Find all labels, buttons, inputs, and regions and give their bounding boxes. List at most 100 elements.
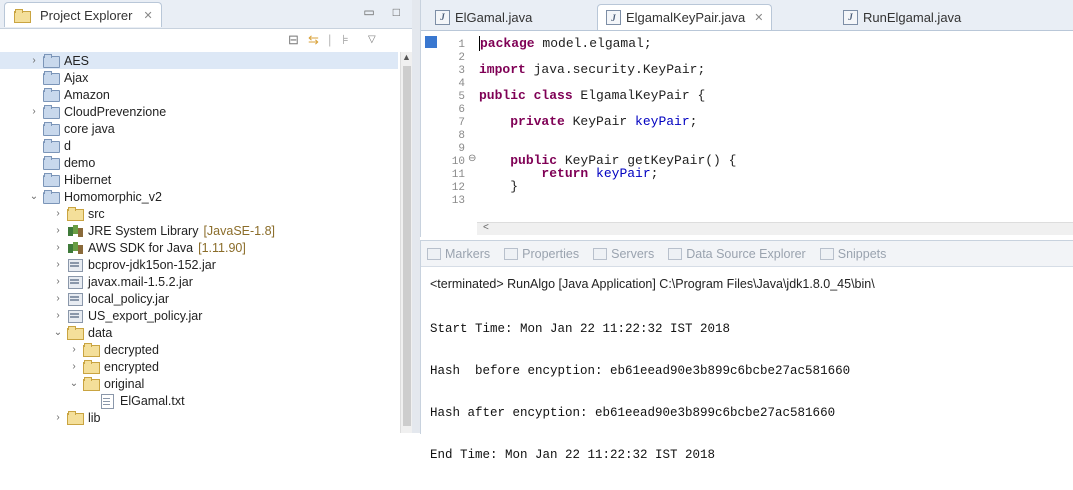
tab-label: Servers bbox=[611, 246, 655, 261]
tree-item-aws-sdk[interactable]: › AWS SDK for Java [1.11.90] bbox=[52, 239, 246, 256]
fold-icon[interactable]: ⊖ bbox=[468, 153, 476, 165]
tree-item-core-java[interactable]: core java bbox=[40, 120, 115, 137]
console-output[interactable]: Start Time: Mon Jan 22 11:22:32 IST 2018… bbox=[430, 294, 850, 490]
tree-item-label: data bbox=[88, 325, 113, 340]
tree-item-label: javax.mail-1.5.2.jar bbox=[88, 274, 193, 289]
code-line: 11 return keyPair; bbox=[451, 166, 659, 181]
tree-item-jre-system-library[interactable]: › JRE System Library [JavaSE-1.8] bbox=[52, 222, 275, 239]
collapse-arrow-icon[interactable]: ⌄ bbox=[52, 327, 64, 338]
toolbar-separator: | bbox=[328, 32, 332, 47]
code-line: 3 import java.security.KeyPair; bbox=[458, 62, 706, 77]
tree-item-original[interactable]: ⌄ original bbox=[68, 375, 144, 392]
expand-arrow-icon[interactable]: › bbox=[52, 412, 64, 423]
tab-data-source-explorer[interactable]: Data Source Explorer bbox=[668, 247, 806, 261]
tree-item-cloudprevenzione[interactable]: › CloudPrevenzione bbox=[28, 103, 166, 120]
tree-item-data[interactable]: ⌄ data bbox=[52, 324, 112, 341]
expand-arrow-icon[interactable]: › bbox=[52, 293, 64, 304]
project-folder-icon bbox=[43, 54, 60, 68]
tab-elgamal-java[interactable]: J ElGamal.java bbox=[427, 4, 540, 30]
tree-item-aes[interactable]: › AES bbox=[0, 52, 398, 69]
tab-elgamalkeypair-java[interactable]: J ElgamalKeyPair.java ✕ bbox=[597, 4, 773, 30]
library-icon bbox=[67, 224, 83, 237]
tab-label: Properties bbox=[522, 246, 580, 261]
horizontal-scrollbar[interactable]: < bbox=[477, 222, 1073, 235]
tree-item-label: d bbox=[64, 138, 71, 153]
code-line: 2 bbox=[458, 52, 465, 64]
tree-item-label: encrypted bbox=[104, 359, 159, 374]
snippets-icon bbox=[819, 247, 834, 260]
collapse-arrow-icon[interactable]: ⌄ bbox=[28, 191, 40, 202]
tree-item-label: Homomorphic_v2 bbox=[64, 189, 162, 204]
minimize-button[interactable]: ▭ bbox=[363, 5, 374, 19]
java-file-icon: J bbox=[843, 9, 858, 25]
tree-item-label: US_export_policy.jar bbox=[88, 308, 203, 323]
java-file-icon: J bbox=[435, 9, 450, 25]
expand-arrow-icon[interactable]: › bbox=[28, 55, 40, 66]
tree-item-hibernet[interactable]: Hibernet bbox=[40, 171, 111, 188]
expand-arrow-icon[interactable]: › bbox=[52, 259, 64, 270]
tab-properties[interactable]: Properties bbox=[504, 247, 579, 261]
filter-icon[interactable]: ⊧ bbox=[342, 32, 349, 48]
tree-item-label: Ajax bbox=[64, 70, 89, 85]
tree-item-label: lib bbox=[88, 410, 101, 425]
expand-arrow-icon[interactable]: › bbox=[68, 361, 80, 372]
tree-item-javax-mail-jar[interactable]: › javax.mail-1.5.2.jar bbox=[52, 273, 193, 290]
tree-item-local-policy-jar[interactable]: › local_policy.jar bbox=[52, 290, 169, 307]
tree-item-bcprov-jar[interactable]: › bcprov-jdk15on-152.jar bbox=[52, 256, 216, 273]
collapse-arrow-icon[interactable]: ⌄ bbox=[68, 378, 80, 389]
tree-item-src[interactable]: › src bbox=[52, 205, 105, 222]
tree-item-label: bcprov-jdk15on-152.jar bbox=[88, 257, 216, 272]
tab-snippets[interactable]: Snippets bbox=[819, 246, 887, 261]
tree-item-ajax[interactable]: Ajax bbox=[40, 69, 88, 86]
code-line: 5 public class ElgamalKeyPair { bbox=[458, 88, 706, 103]
expand-arrow-icon[interactable]: › bbox=[52, 208, 64, 219]
expand-arrow-icon[interactable]: › bbox=[68, 344, 80, 355]
tree-item-amazon[interactable]: Amazon bbox=[40, 86, 110, 103]
tree-item-label: demo bbox=[64, 155, 96, 170]
view-menu-icon[interactable]: ▽ bbox=[368, 34, 376, 45]
tab-label: Snippets bbox=[837, 246, 887, 261]
tab-servers[interactable]: Servers bbox=[593, 247, 654, 261]
tree-item-label: CloudPrevenzione bbox=[64, 104, 167, 119]
code-line: 13 bbox=[451, 195, 465, 207]
scrollbar-thumb[interactable] bbox=[403, 66, 411, 426]
tab-runelgamal-java[interactable]: J RunElgamal.java bbox=[835, 4, 969, 30]
expand-arrow-icon[interactable]: › bbox=[28, 106, 40, 117]
link-with-editor-icon[interactable]: ⇆ bbox=[308, 32, 319, 48]
tree-item-elgamal-txt[interactable]: ElGamal.txt bbox=[96, 392, 185, 409]
console-status-line: <terminated> RunAlgo [Java Application] … bbox=[430, 277, 875, 291]
tree-item-us-export-policy-jar[interactable]: › US_export_policy.jar bbox=[52, 307, 202, 324]
tab-project-explorer[interactable]: Project Explorer ✕ bbox=[4, 2, 162, 27]
scroll-left-icon[interactable]: < bbox=[483, 222, 489, 233]
tree-item-label: ElGamal.txt bbox=[120, 393, 185, 408]
maximize-button[interactable]: □ bbox=[393, 5, 400, 19]
tab-label: Markers bbox=[445, 246, 491, 261]
folder-icon bbox=[83, 343, 100, 357]
tree-item-label: local_policy.jar bbox=[88, 291, 170, 306]
tree-item-label: AES bbox=[64, 53, 90, 68]
expand-arrow-icon[interactable]: › bbox=[52, 276, 64, 287]
expand-arrow-icon[interactable]: › bbox=[52, 310, 64, 321]
tab-markers[interactable]: Markers bbox=[427, 247, 490, 261]
scroll-up-icon[interactable]: ▲ bbox=[402, 52, 411, 62]
tree-item-decrypted[interactable]: › decrypted bbox=[68, 341, 159, 358]
code-editor[interactable]: 1 package model.elgamal; 2 3 import java.s… bbox=[421, 32, 1073, 220]
folder-icon bbox=[43, 139, 60, 153]
console-line: Hash after encyption: eb61eead90e3b899c6… bbox=[430, 406, 836, 420]
tree-item-homomorphic-v2[interactable]: ⌄ Homomorphic_v2 bbox=[28, 188, 162, 205]
expand-arrow-icon[interactable]: › bbox=[52, 242, 64, 253]
tree-item-decoration: [1.11.90] bbox=[198, 240, 246, 255]
markers-icon bbox=[427, 247, 441, 260]
tree-item-lib[interactable]: › lib bbox=[52, 409, 101, 426]
collapse-all-icon[interactable]: ⊟ bbox=[288, 32, 299, 48]
close-icon[interactable]: ✕ bbox=[754, 11, 763, 24]
expand-arrow-icon[interactable]: › bbox=[52, 225, 64, 236]
pane-divider[interactable] bbox=[412, 0, 420, 433]
tree-item-d[interactable]: d bbox=[40, 137, 71, 154]
tree-item-encrypted[interactable]: › encrypted bbox=[68, 358, 159, 375]
tree-item-demo[interactable]: demo bbox=[40, 154, 95, 171]
tree-item-label: JRE System Library bbox=[88, 223, 199, 238]
close-icon[interactable]: ✕ bbox=[143, 9, 152, 22]
library-icon bbox=[67, 241, 83, 254]
servers-icon bbox=[593, 247, 608, 260]
